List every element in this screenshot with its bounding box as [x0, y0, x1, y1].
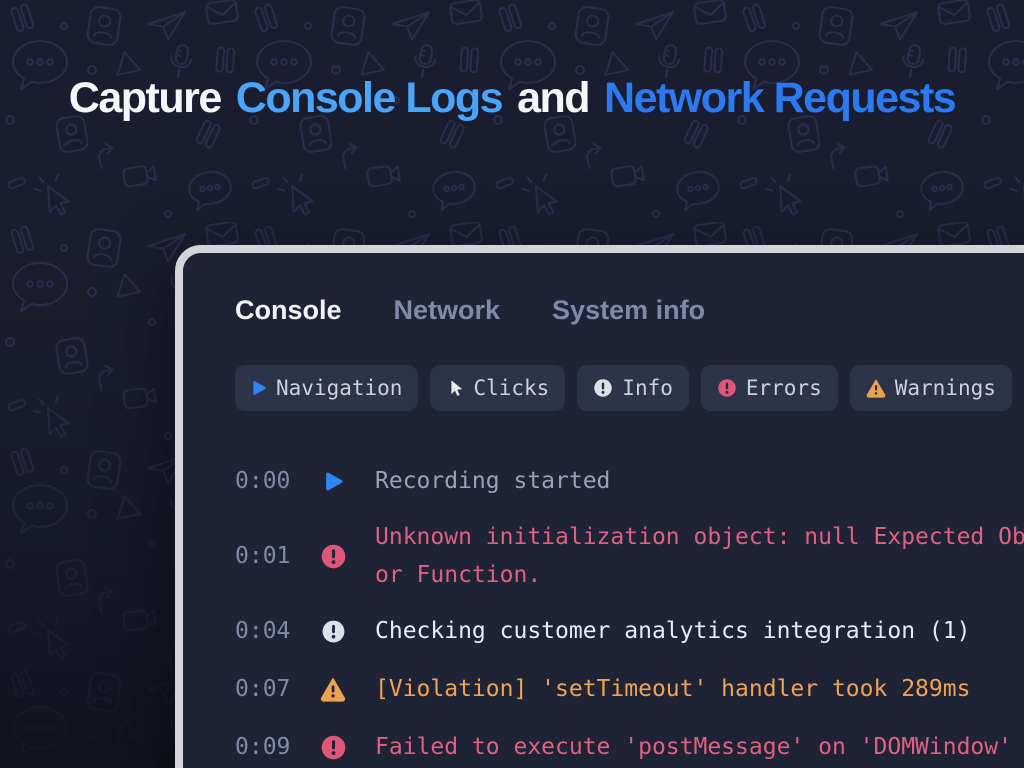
log-row: 0:01 Unknown initialization object: null… [235, 518, 1024, 594]
title-part-capture: Capture [69, 74, 221, 123]
log-message: Unknown initialization object: null Expe… [375, 518, 1024, 594]
filter-chip-label: Clicks [473, 376, 549, 400]
filter-chip-errors[interactable]: Errors [701, 365, 838, 411]
title-part-console-logs: Console Logs [236, 74, 502, 123]
filter-chip-label: Warnings [895, 376, 996, 400]
error-circle-icon [717, 378, 737, 398]
cursor-icon [446, 379, 464, 397]
log-row: 0:04 Checking customer analytics integra… [235, 610, 1024, 652]
filter-chip-navigation[interactable]: Navigation [235, 365, 418, 411]
console-panel: Console Network System info Navigation C… [175, 245, 1024, 768]
log-message: Failed to execute 'postMessage' on 'DOMW… [375, 728, 1024, 766]
tab-console[interactable]: Console [235, 293, 342, 327]
log-message: [Violation] 'setTimeout' handler took 28… [375, 670, 1024, 708]
log-list: 0:00 Recording started 0:01 Unknown init… [235, 460, 1024, 768]
filter-chip-info[interactable]: Info [577, 365, 689, 411]
log-timestamp: 0:09 [235, 728, 291, 766]
title-part-and: and [517, 74, 589, 123]
play-icon [251, 380, 267, 396]
log-row: 0:07 [Violation] 'setTimeout' handler to… [235, 668, 1024, 710]
filter-chip-clicks[interactable]: Clicks [430, 365, 565, 411]
log-timestamp: 0:04 [235, 612, 291, 650]
log-row: 0:00 Recording started [235, 460, 1024, 502]
error-circle-icon [320, 543, 347, 570]
filter-chip-label: Info [622, 376, 673, 400]
warning-triangle-icon [320, 676, 346, 702]
filter-chip-label: Navigation [276, 376, 402, 400]
filter-chip-warnings[interactable]: Warnings [850, 365, 1012, 411]
play-icon [323, 471, 344, 492]
filter-chip-label: Errors [746, 376, 822, 400]
info-circle-icon [593, 378, 613, 398]
page-title: Capture Console Logs and Network Request… [0, 74, 1024, 123]
log-timestamp: 0:01 [235, 537, 291, 575]
panel-tabs: Console Network System info [235, 293, 1024, 327]
log-timestamp: 0:07 [235, 670, 291, 708]
filter-chips: Navigation Clicks Info Errors Warnings [235, 365, 1024, 411]
tab-network[interactable]: Network [394, 293, 501, 327]
title-part-network-requests: Network Requests [604, 74, 955, 123]
log-row: 0:09 Failed to execute 'postMessage' on … [235, 726, 1024, 768]
warning-triangle-icon [866, 378, 886, 398]
log-message: Checking customer analytics integration … [375, 612, 1024, 650]
tab-system-info[interactable]: System info [552, 293, 705, 327]
log-message: Recording started [375, 462, 1024, 500]
info-circle-icon [321, 619, 346, 644]
log-timestamp: 0:00 [235, 462, 291, 500]
error-circle-icon [320, 734, 347, 761]
